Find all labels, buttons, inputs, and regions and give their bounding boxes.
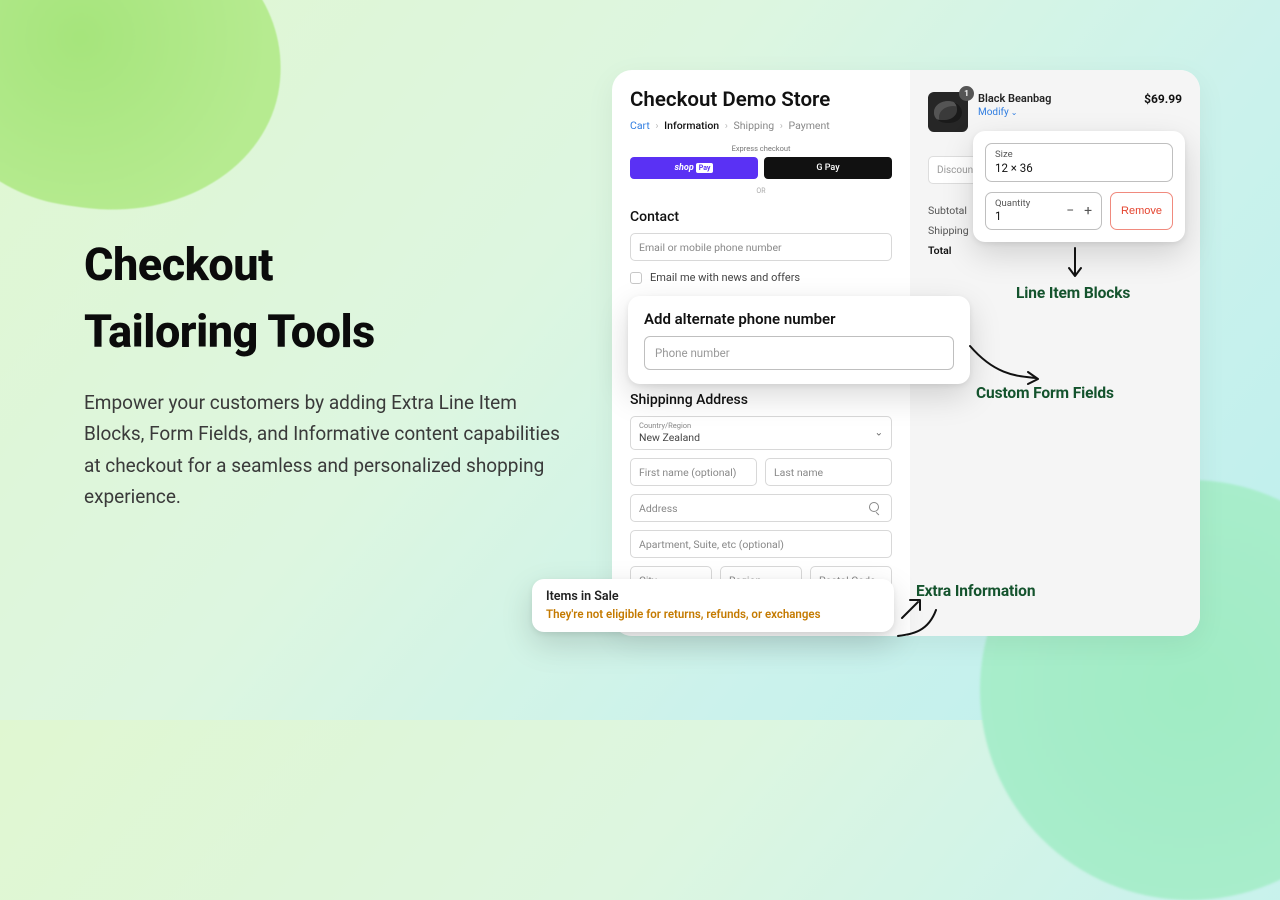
remove-button[interactable]: Remove [1110,192,1173,230]
address-field[interactable]: Address [630,494,892,522]
crumb-payment: Payment [789,119,830,132]
email-field[interactable]: Email or mobile phone number [630,233,892,261]
product-thumbnail: 1 [928,92,968,132]
size-field[interactable]: Size 12 × 36 [985,143,1173,182]
crumb-shipping: Shipping [734,119,775,132]
store-title: Checkout Demo Store [630,88,892,112]
news-checkbox-row[interactable]: Email me with news and offers [630,271,892,284]
callout-sale-info: Items in Sale They're not eligible for r… [532,579,894,632]
divider-or: OR [630,187,892,195]
shop-pay-text: shop [675,163,694,173]
minus-icon[interactable]: − [1066,204,1074,218]
search-icon [869,502,883,515]
first-name-field[interactable]: First name (optional) [630,458,757,486]
modify-link[interactable]: Modify ⌄ [978,107,1051,118]
shipping-heading: Shippinng Address [630,392,892,408]
size-value: 12 × 36 [995,161,1163,175]
checkbox-icon[interactable] [630,272,642,284]
arrow-curve-down-icon [894,608,940,646]
alt-phone-heading: Add alternate phone number [644,310,954,328]
total-label: Total [928,244,1182,257]
bg-blob-top-left [0,0,298,232]
chevron-right-icon: › [725,119,728,132]
product-price: $69.99 [1144,92,1182,106]
hero-subtitle: Empower your customers by adding Extra L… [84,387,564,512]
hero-title: Checkout Tailoring Tools [84,232,564,365]
sale-body: They're not eligible for returns, refund… [546,607,880,621]
email-placeholder: Email or mobile phone number [639,241,782,254]
product-name: Black Beanbag [978,92,1051,105]
plus-icon[interactable]: + [1084,204,1092,218]
hero-title-line1: Checkout [84,238,273,291]
last-name-field[interactable]: Last name [765,458,892,486]
chevron-right-icon: › [655,119,658,132]
breadcrumb: Cart › Information › Shipping › Payment [630,119,892,132]
express-checkout-label: Express checkout [630,144,892,153]
country-select[interactable]: Country/Region New Zealand ⌄ [630,416,892,450]
chevron-down-icon: ⌄ [1011,108,1018,117]
alt-phone-placeholder: Phone number [655,346,730,360]
contact-heading: Contact [630,209,892,225]
crumb-information: Information [664,119,719,132]
google-pay-label: G Pay [816,163,839,173]
google-pay-button[interactable]: G Pay [764,157,892,179]
quantity-value: 1 [995,209,1030,223]
chevron-down-icon: ⌄ [875,428,883,439]
shop-pay-badge: Pay [696,163,714,173]
arrow-curve-icon [968,342,1046,388]
annotation-extra-info: Extra Information [916,582,1035,600]
first-name-placeholder: First name (optional) [639,466,736,479]
quantity-badge: 1 [959,86,974,101]
last-name-placeholder: Last name [774,466,823,479]
callout-line-item: Size 12 × 36 Quantity 1 − + Remove [973,131,1185,242]
callout-alt-phone: Add alternate phone number Phone number [628,296,970,384]
annotation-line-item: Line Item Blocks [1016,284,1130,302]
size-label: Size [995,149,1163,160]
apartment-placeholder: Apartment, Suite, etc (optional) [639,538,784,551]
news-checkbox-label: Email me with news and offers [650,271,800,284]
hero-copy: Checkout Tailoring Tools Empower your cu… [84,232,564,512]
modify-label: Modify [978,107,1009,118]
hero-title-line2: Tailoring Tools [84,305,375,358]
chevron-right-icon: › [780,119,783,132]
crumb-cart[interactable]: Cart [630,119,650,132]
arrow-down-icon [1065,246,1085,282]
country-label: Country/Region [639,421,883,430]
alt-phone-input[interactable]: Phone number [644,336,954,370]
country-value: New Zealand [639,431,883,444]
address-placeholder: Address [639,502,678,515]
apartment-field[interactable]: Apartment, Suite, etc (optional) [630,530,892,558]
quantity-label: Quantity [995,198,1030,209]
cart-line-item: 1 Black Beanbag Modify ⌄ $69.99 [928,92,1182,132]
discount-placeholder: Discount [937,165,976,176]
shop-pay-button[interactable]: shop Pay [630,157,758,179]
quantity-stepper[interactable]: Quantity 1 − + [985,192,1102,230]
sale-heading: Items in Sale [546,589,880,604]
